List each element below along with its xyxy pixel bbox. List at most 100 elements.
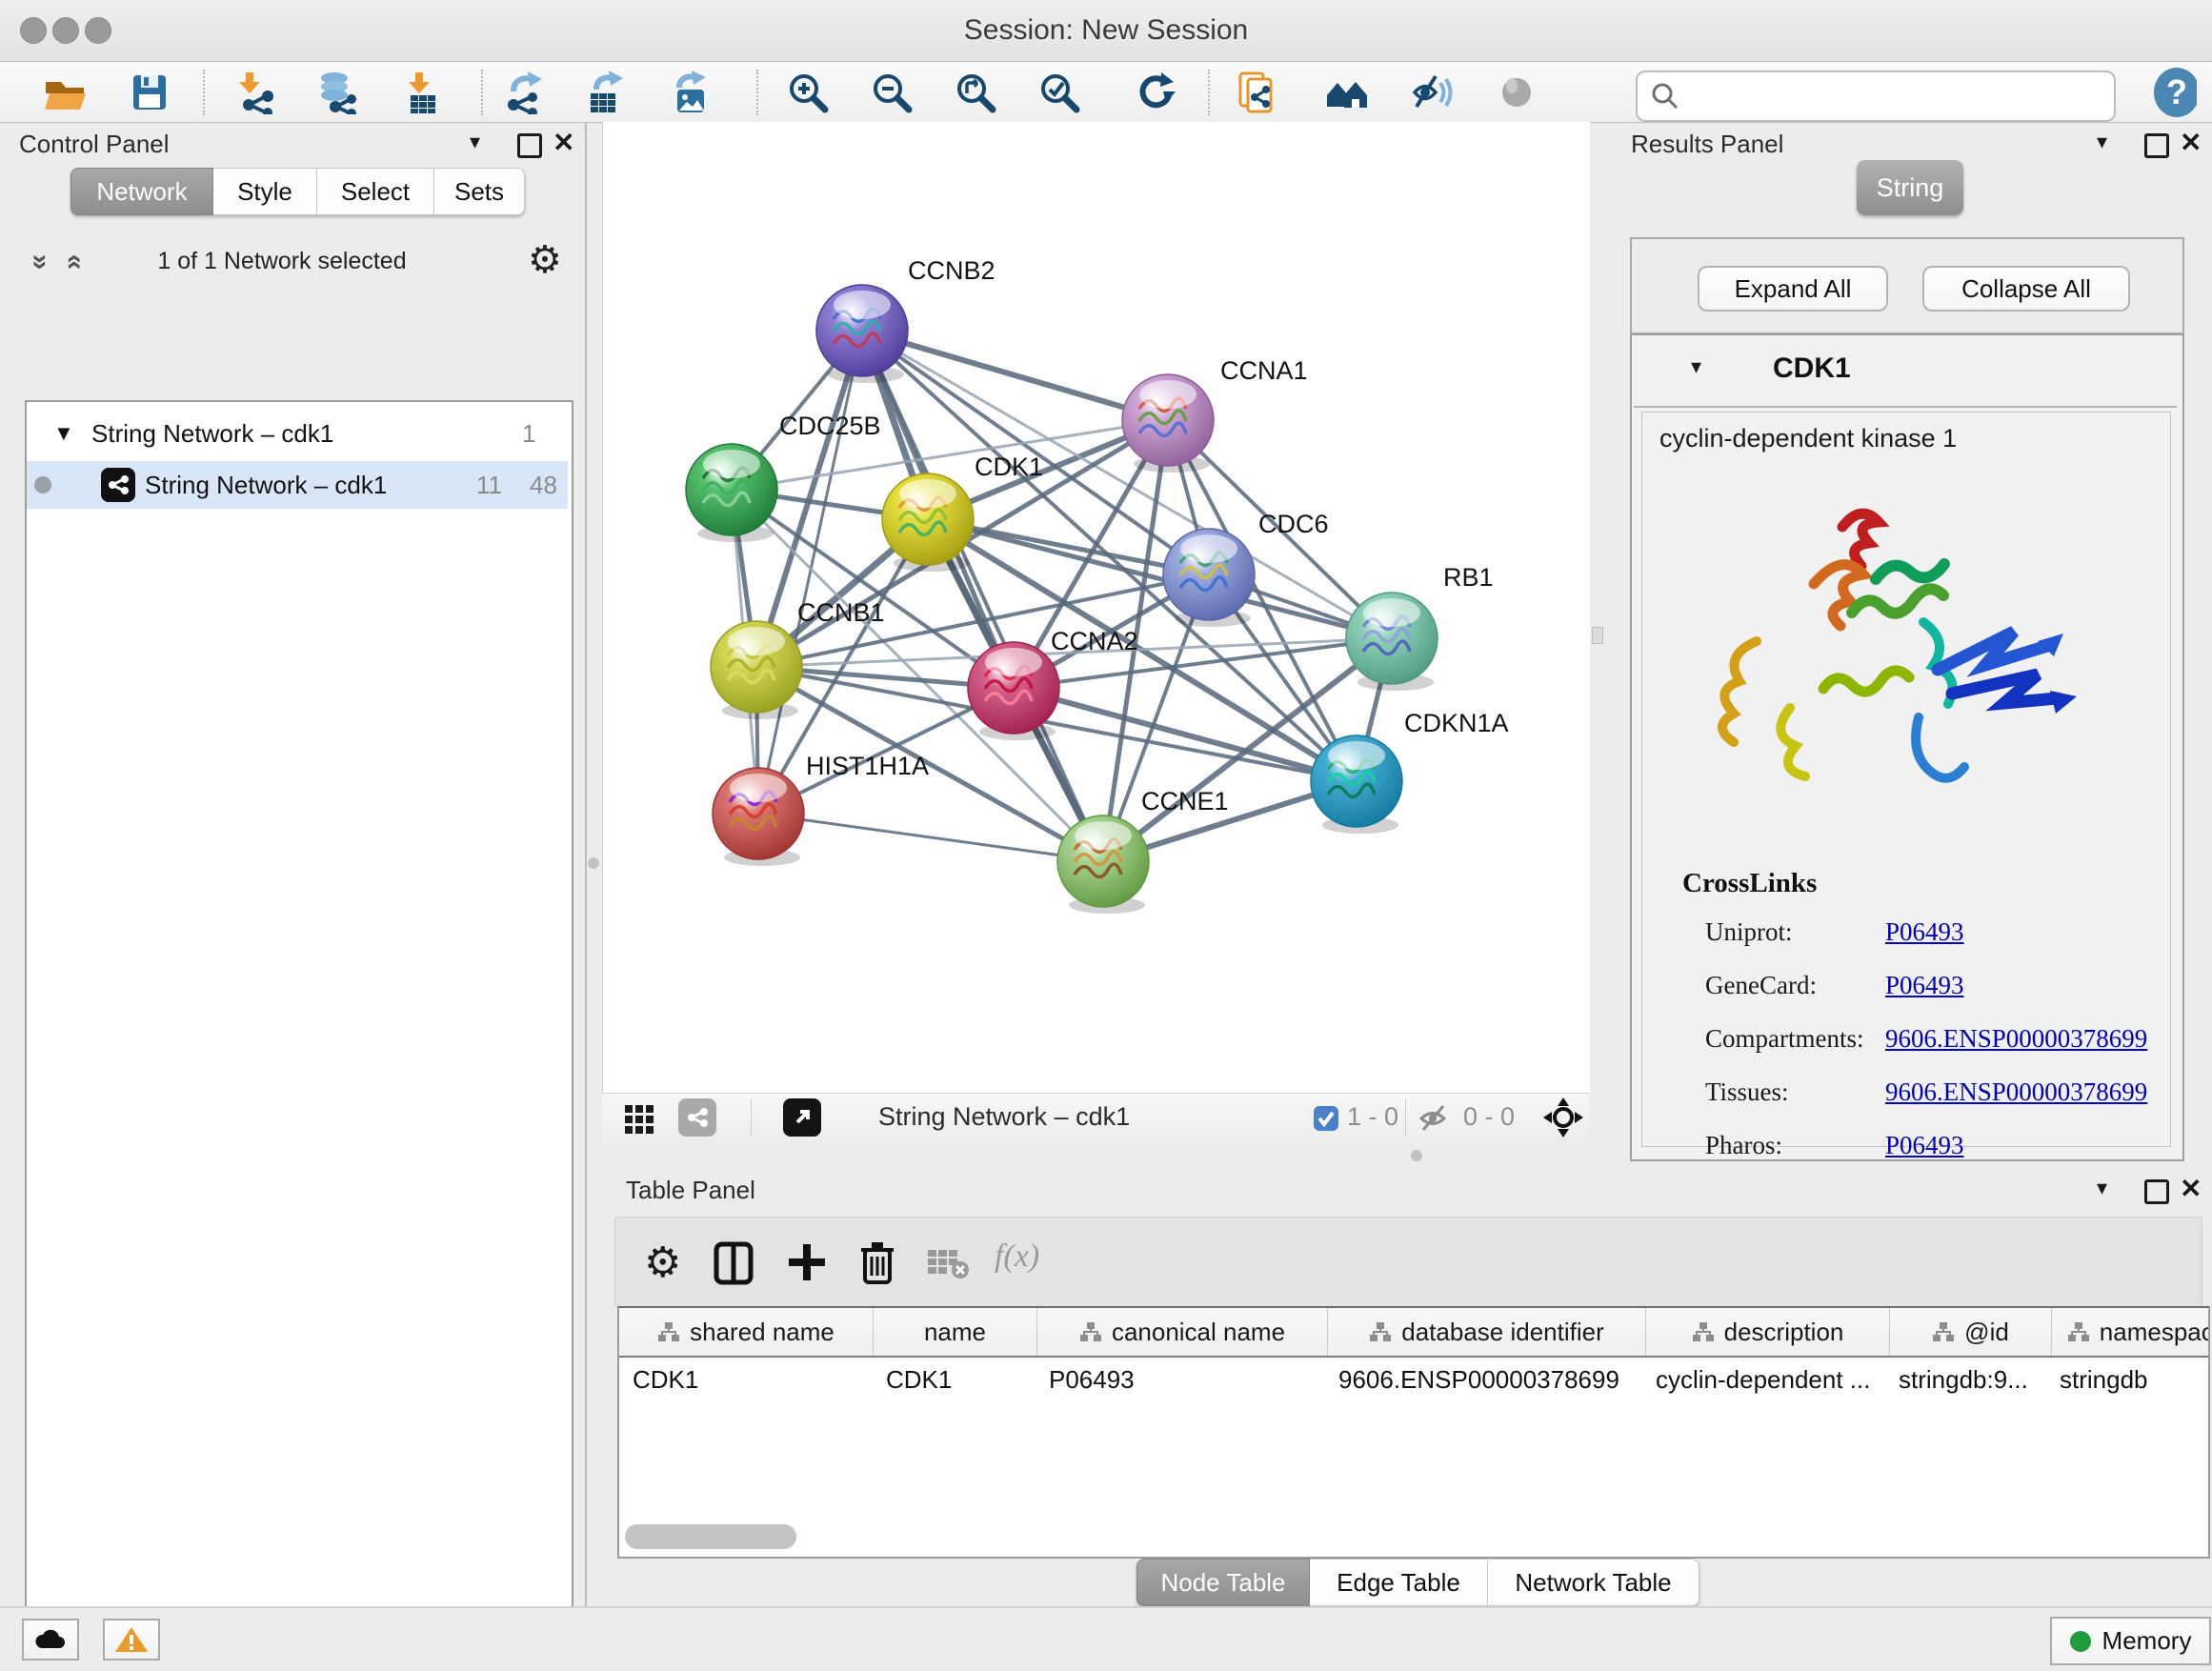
open-view-in-window-icon[interactable] — [783, 1098, 821, 1137]
hide-graphics-details-icon[interactable] — [1410, 70, 1456, 115]
refresh-icon[interactable] — [1133, 70, 1178, 115]
column-header-description[interactable]: description — [1646, 1308, 1890, 1356]
node-label: CCNB1 — [797, 598, 885, 627]
crosslink-row: Compartments:9606.ENSP00000378699 — [1642, 1015, 2170, 1068]
column-header-shared-name[interactable]: shared name — [619, 1308, 874, 1356]
import-network-database-icon[interactable] — [314, 70, 360, 115]
table-cell[interactable]: cyclin-dependent ... — [1642, 1358, 1885, 1401]
warnings-button[interactable] — [103, 1619, 160, 1661]
string-view-icon[interactable] — [678, 1098, 716, 1137]
table-cell[interactable]: CDK1 — [873, 1358, 1036, 1401]
open-session-icon[interactable] — [42, 70, 88, 115]
table-options-gear-icon[interactable]: ⚙ — [644, 1238, 681, 1287]
export-image-icon[interactable] — [667, 70, 713, 115]
table-cell[interactable]: P06493 — [1036, 1358, 1325, 1401]
table-cell[interactable]: CDK1 — [619, 1358, 873, 1401]
crosslink-value-link[interactable]: P06493 — [1885, 1131, 1964, 1160]
gene-header-row[interactable]: ▾ CDK1 — [1634, 337, 2177, 408]
memory-button[interactable]: Memory — [2050, 1617, 2211, 1665]
function-builder-icon: f(x) — [995, 1238, 1039, 1275]
hidden-counts: 0 - 0 — [1463, 1102, 1515, 1132]
collapse-all-button[interactable]: Collapse All — [1922, 266, 2130, 312]
gear-icon[interactable]: ⚙ — [528, 238, 562, 282]
help-icon[interactable]: ? — [2151, 70, 2197, 115]
network-node-CCNE1[interactable]: CCNE1 — [1057, 787, 1229, 914]
search-input[interactable] — [1636, 70, 2116, 122]
column-header-@id[interactable]: @id — [1890, 1308, 2052, 1356]
export-network-icon[interactable] — [501, 70, 547, 115]
network-canvas[interactable]: CCNB2CCNA1CDC25BCDK1CDC6RB1CCNB1CCNA2CDK… — [602, 122, 1590, 1093]
crosslink-value-link[interactable]: P06493 — [1885, 917, 1964, 947]
tab-network-table[interactable]: Network Table — [1488, 1559, 1699, 1606]
table-cell[interactable]: 9606.ENSP00000378699 — [1325, 1358, 1642, 1401]
node-label: CDC25B — [779, 412, 881, 440]
fit-selected-crosshair-icon[interactable] — [1543, 1097, 1583, 1142]
column-header-label: name — [924, 1318, 986, 1347]
zoom-in-icon[interactable] — [785, 70, 831, 115]
zoom-out-icon[interactable] — [869, 70, 915, 115]
protein-structure-image — [1699, 470, 2100, 851]
tab-style[interactable]: Style — [213, 168, 317, 215]
maximize-panel-icon[interactable] — [2144, 1179, 2169, 1204]
tab-network[interactable]: Network — [70, 168, 213, 215]
crosslink-value-link[interactable]: 9606.ENSP00000378699 — [1885, 1077, 2147, 1107]
string-home-icon[interactable] — [1324, 70, 1370, 115]
show-graphics-details-icon[interactable] — [1494, 70, 1539, 115]
tab-sets[interactable]: Sets — [434, 168, 525, 215]
zoom-fit-icon[interactable] — [953, 70, 998, 115]
crosslink-value-link[interactable]: P06493 — [1885, 971, 1964, 1000]
canvas-splitter-handle[interactable] — [1592, 627, 1603, 644]
network-node-CCNA1[interactable]: CCNA1 — [1122, 356, 1308, 473]
network-tree: ▼ String Network – cdk1 1 String Network… — [25, 400, 573, 1671]
vertical-splitter-handle[interactable] — [588, 857, 599, 869]
close-panel-icon[interactable]: ✕ — [2180, 1179, 2202, 1198]
network-node-CCNB1[interactable]: CCNB1 — [711, 598, 885, 719]
maximize-panel-icon[interactable] — [2144, 133, 2169, 158]
column-header-canonical-name[interactable]: canonical name — [1037, 1308, 1328, 1356]
import-network-file-icon[interactable] — [234, 70, 280, 115]
add-column-icon[interactable] — [785, 1240, 829, 1289]
table-cell[interactable]: stringdb:9... — [1885, 1358, 2046, 1401]
open-in-browser-icon[interactable] — [1235, 70, 1280, 115]
float-panel-icon[interactable]: ▾ — [2097, 130, 2107, 154]
close-panel-icon[interactable]: ✕ — [2180, 133, 2202, 152]
network-node-CDC25B[interactable]: CDC25B — [686, 412, 881, 542]
show-columns-icon[interactable] — [713, 1240, 754, 1291]
maximize-panel-icon[interactable] — [517, 133, 542, 158]
tab-edge-table[interactable]: Edge Table — [1310, 1559, 1488, 1606]
network-edge[interactable] — [758, 814, 1103, 861]
column-header-namespace[interactable]: namespace — [2052, 1308, 2210, 1356]
network-collection-row[interactable]: ▼ String Network – cdk1 1 — [27, 413, 568, 457]
float-panel-icon[interactable]: ▾ — [470, 130, 480, 154]
network-row[interactable]: String Network – cdk1 11 48 — [27, 461, 568, 509]
network-node-CDKN1A[interactable]: CDKN1A — [1311, 709, 1509, 834]
network-node-RB1[interactable]: RB1 — [1346, 563, 1494, 691]
horizontal-splitter-handle[interactable] — [1411, 1150, 1422, 1161]
network-edge[interactable] — [862, 331, 1168, 420]
selected-nodes-checkbox[interactable] — [1313, 1105, 1339, 1137]
expand-all-button[interactable]: Expand All — [1698, 266, 1888, 312]
network-node-HIST1H1A[interactable]: HIST1H1A — [713, 752, 929, 866]
zoom-selected-icon[interactable] — [1036, 70, 1082, 115]
tab-node-table[interactable]: Node Table — [1136, 1559, 1310, 1606]
tab-string[interactable]: String — [1857, 160, 1963, 215]
collapse-entry-icon[interactable]: ▾ — [1691, 354, 1701, 379]
table-horizontal-scrollbar[interactable] — [625, 1524, 796, 1549]
search-icon — [1649, 80, 1681, 112]
crosslink-value-link[interactable]: 9606.ENSP00000378699 — [1885, 1024, 2147, 1054]
table-row[interactable]: CDK1CDK1P064939606.ENSP00000378699cyclin… — [619, 1358, 2208, 1401]
crosslink-label: Uniprot: — [1705, 917, 1793, 947]
delete-column-icon[interactable] — [857, 1238, 897, 1291]
tree-expander-icon[interactable]: ▼ — [53, 421, 74, 446]
table-cell[interactable]: stringdb — [2046, 1358, 2210, 1401]
close-panel-icon[interactable]: ✕ — [553, 133, 574, 152]
column-header-name[interactable]: name — [874, 1308, 1037, 1356]
float-panel-icon[interactable]: ▾ — [2097, 1176, 2107, 1200]
import-table-file-icon[interactable] — [400, 70, 446, 115]
tab-select[interactable]: Select — [317, 168, 434, 215]
cloud-button[interactable] — [22, 1619, 79, 1661]
export-table-icon[interactable] — [582, 70, 628, 115]
save-session-icon[interactable] — [127, 70, 172, 115]
column-header-database-identifier[interactable]: database identifier — [1328, 1308, 1646, 1356]
birdseye-view-icon[interactable] — [621, 1099, 659, 1142]
